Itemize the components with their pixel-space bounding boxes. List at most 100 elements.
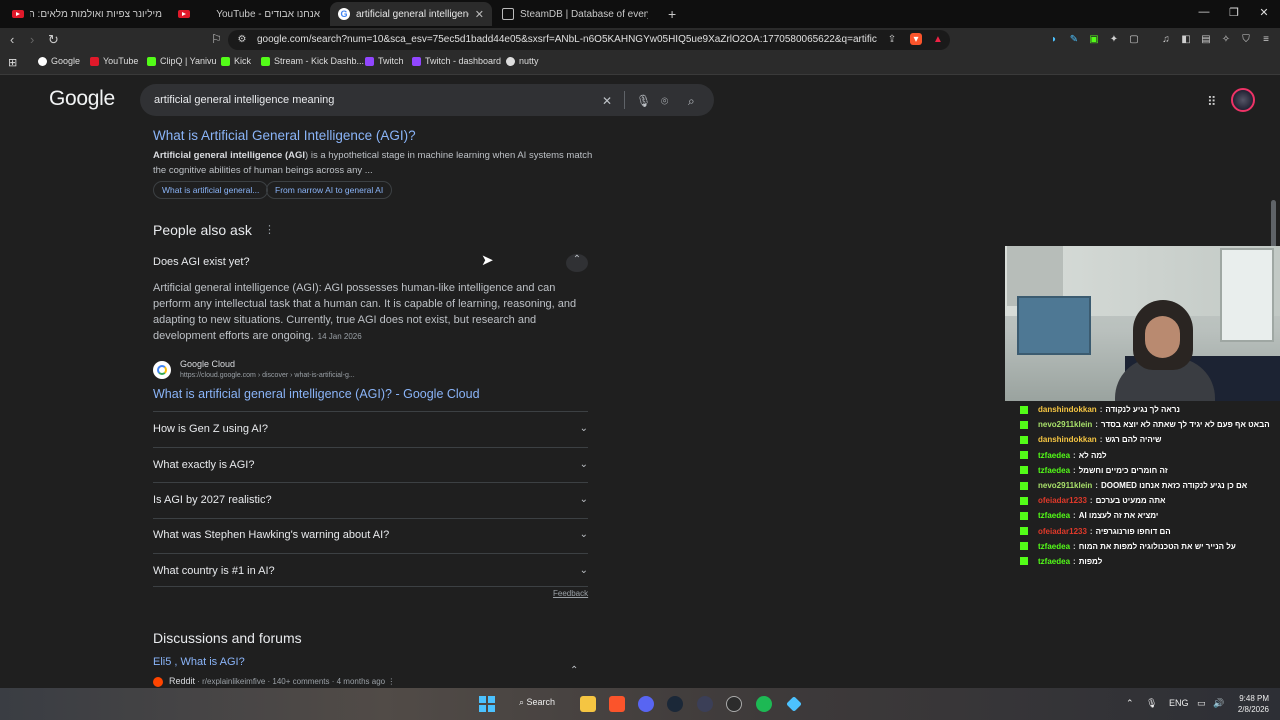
clock-time[interactable]: 9:48 PM — [1237, 694, 1269, 703]
puzzle-icon[interactable]: ✦ — [1108, 33, 1120, 45]
question-label: Is AGI by 2027 realistic? — [153, 494, 272, 506]
steam-icon[interactable] — [667, 696, 683, 712]
share-icon[interactable]: ⇪ — [886, 33, 898, 45]
chat-username[interactable]: tzfaedea — [1038, 451, 1070, 460]
vpn-icon[interactable]: ⛉ — [1240, 33, 1252, 45]
tab-steamdb[interactable]: SteamDB | Database of everything on — [494, 2, 656, 26]
extension-icon[interactable]: ◗ — [1048, 33, 1060, 45]
result-chip[interactable]: From narrow AI to general AI — [266, 181, 393, 199]
spotify-icon[interactable] — [756, 696, 772, 712]
divider — [153, 553, 588, 554]
chat-username[interactable]: tzfaedea — [1038, 542, 1070, 551]
bookmark-kick[interactable]: Kick — [221, 56, 251, 66]
wallet-icon[interactable]: ▤ — [1200, 33, 1212, 45]
clock-date[interactable]: 2/8/2026 — [1233, 705, 1269, 714]
screenshot-icon[interactable]: ▢ — [1128, 33, 1140, 45]
discussion-link[interactable]: Eli5 , What is AGI? — [153, 656, 245, 668]
chat-username[interactable]: danshindokkan — [1038, 435, 1097, 444]
taskbar-search[interactable]: ⌕ Search — [519, 697, 555, 708]
tray-overflow-icon[interactable]: ⌃ — [1126, 698, 1134, 709]
new-tab-button[interactable]: + — [660, 2, 680, 26]
back-icon[interactable]: ‹ — [10, 32, 14, 47]
brave-shield-icon[interactable]: ▾ — [910, 33, 922, 45]
question-item[interactable]: How is Gen Z using AI? ⌄ — [153, 423, 588, 435]
close-window-icon[interactable]: ✕ — [1254, 6, 1274, 19]
chat-username[interactable]: tzfaedea — [1038, 466, 1070, 475]
chat-username[interactable]: nevo2911klein — [1038, 420, 1092, 429]
site-info-icon[interactable]: ⚙ — [236, 33, 248, 45]
menu-icon[interactable]: ≡ — [1260, 33, 1272, 45]
chevron-up-icon[interactable]: ⌃ — [570, 665, 578, 676]
google-logo[interactable]: Google — [49, 87, 115, 111]
bookmark-youtube[interactable]: YouTube — [90, 56, 138, 66]
media-icon[interactable]: ♫ — [1160, 33, 1172, 45]
search-icon[interactable]: ⌕ — [688, 94, 695, 109]
microphone-icon[interactable]: 🎙 — [636, 94, 651, 108]
apps-grid-icon[interactable]: ⊞ — [8, 56, 17, 69]
file-explorer-icon[interactable] — [580, 696, 596, 712]
more-options-icon[interactable]: ⋮ — [387, 677, 395, 686]
tab-1[interactable]: מיליונר צפיות ואולמות מלאים: הכירו את — [4, 2, 170, 26]
more-options-icon[interactable]: ⋮ — [264, 223, 275, 236]
chevron-down-icon: ⌄ — [579, 423, 588, 434]
microphone-icon[interactable]: 🎙 — [1146, 698, 1157, 709]
translate-icon[interactable]: ✎ — [1068, 33, 1080, 45]
source-url[interactable]: https://cloud.google.com › discover › wh… — [180, 372, 355, 379]
chat-message: tzfaedea: למפות — [1020, 554, 1280, 569]
question-item[interactable]: Is AGI by 2027 realistic? ⌄ — [153, 494, 588, 506]
ai-icon[interactable]: ✧ — [1220, 33, 1232, 45]
avatar[interactable] — [1231, 88, 1255, 112]
chat-username[interactable]: nevo2911klein — [1038, 481, 1092, 490]
restore-icon[interactable]: ❐ — [1224, 6, 1244, 19]
volume-icon[interactable]: 🔊 — [1213, 698, 1224, 709]
search-input[interactable]: artificial general intelligence meaning — [154, 94, 334, 106]
kick-badge-icon — [1020, 542, 1028, 551]
bookmark-clipq[interactable]: ClipQ | Yanivu — [147, 56, 217, 66]
chat-username[interactable]: tzfaedea — [1038, 557, 1070, 566]
bookmark-twitch[interactable]: Twitch — [365, 56, 404, 66]
reload-icon[interactable]: ↻ — [48, 32, 59, 48]
feedback-link[interactable]: Feedback — [553, 589, 588, 598]
forward-icon[interactable]: › — [30, 32, 34, 47]
question-item[interactable]: What exactly is AGI? ⌄ — [153, 459, 588, 471]
app-icon[interactable] — [697, 696, 713, 712]
question-item[interactable]: What was Stephen Hawking's warning about… — [153, 529, 588, 541]
chat-username[interactable]: ofeiadar1233 — [1038, 496, 1087, 505]
bookmark-icon[interactable]: ⚐ — [211, 32, 222, 46]
chat-username[interactable]: tzfaedea — [1038, 511, 1070, 520]
source-name[interactable]: Google Cloud — [180, 359, 235, 369]
obs-icon[interactable] — [726, 696, 742, 712]
brave-rewards-icon[interactable]: ▲ — [932, 33, 944, 45]
bookmark-kick-dashboard[interactable]: Stream - Kick Dashb... — [261, 56, 364, 66]
network-icon[interactable]: ▭ — [1197, 698, 1206, 709]
close-tab-icon[interactable]: ✕ — [475, 8, 484, 21]
chat-message: danshindokkan: שיהיה להם רגש — [1020, 432, 1280, 447]
discord-icon[interactable] — [638, 696, 654, 712]
sidebar-icon[interactable]: ◧ — [1180, 33, 1192, 45]
google-apps-icon[interactable]: ⠿ — [1207, 94, 1217, 110]
url-text[interactable]: google.com/search?num=10&sca_esv=75ec5d1… — [257, 34, 877, 45]
brave-browser-icon[interactable] — [609, 696, 625, 712]
result-chip[interactable]: What is artificial general... — [153, 181, 269, 199]
chat-username[interactable]: danshindokkan — [1038, 405, 1097, 414]
tab-2[interactable]: אנחנו אבודים - YouTube — [170, 2, 328, 26]
question-expanded[interactable]: Does AGI exist yet? ⌃ — [153, 254, 588, 272]
kick-extension-icon[interactable]: ▣ — [1088, 33, 1100, 45]
minimize-icon[interactable]: — — [1194, 6, 1214, 18]
source-title[interactable]: What is artificial general intelligence … — [153, 387, 480, 401]
question-item[interactable]: What country is #1 in AI? ⌄ — [153, 565, 588, 577]
chat-message: ofeiadar1233: אתה ממעיט בערכם — [1020, 493, 1280, 508]
result-title[interactable]: What is Artificial General Intelligence … — [153, 128, 416, 143]
language-indicator[interactable]: ENG — [1169, 698, 1189, 708]
google-lens-icon[interactable]: ⌾ — [661, 94, 668, 109]
bookmark-google[interactable]: Google — [38, 56, 80, 66]
kick-badge-icon — [1020, 405, 1028, 414]
chevron-up-icon[interactable]: ⌃ — [566, 254, 588, 272]
bookmark-nutty[interactable]: nutty — [506, 56, 539, 66]
chat-message: danshindokkan: נראה לך נגיע לנקודה — [1020, 402, 1280, 417]
tab-google-search[interactable]: G artificial general intelligence me ✕ — [330, 2, 492, 26]
windows-start-icon[interactable] — [479, 696, 495, 712]
clear-search-icon[interactable]: ✕ — [602, 94, 612, 108]
bookmark-twitch-dashboard[interactable]: Twitch - dashboard — [412, 56, 501, 66]
chat-username[interactable]: ofeiadar1233 — [1038, 527, 1087, 536]
